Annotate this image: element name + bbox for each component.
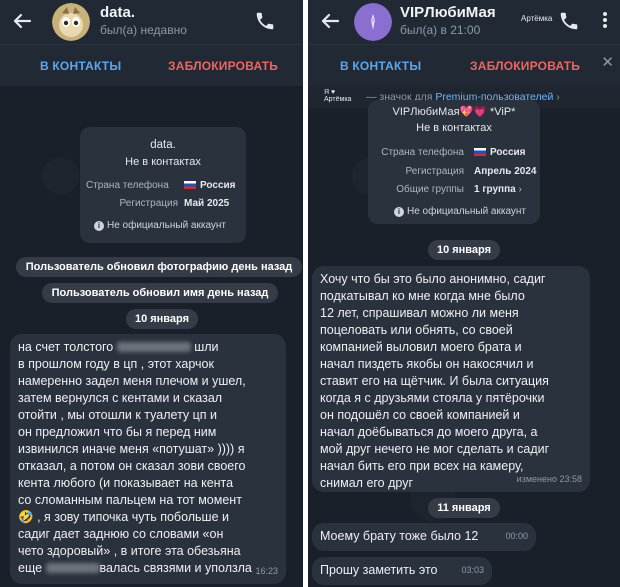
phone-country-value: Россия	[184, 180, 236, 191]
message-bubble[interactable]: Прошу заметить это 03:03	[312, 557, 492, 585]
message-bubble[interactable]: на счет толстого шли в прошлом году в цп…	[10, 334, 286, 584]
service-message: Пользователь обновил имя день назад	[42, 283, 278, 303]
unofficial-account-note[interactable]: i Не официальный аккаунт	[394, 206, 526, 217]
contact-info-card: VIPЛюбиМая💖💗 *ViP* Не в контактах Страна…	[368, 100, 540, 224]
back-arrow-icon[interactable]	[318, 9, 342, 33]
close-icon[interactable]: ✕	[601, 53, 614, 71]
emoji-status-badge: Я ♥ Артёмка	[324, 89, 352, 103]
phone-icon[interactable]	[558, 10, 580, 32]
contact-action-bar: В КОНТАКТЫ ЗАБЛОКИРОВАТЬ ✕	[308, 44, 620, 86]
card-name: data.	[150, 139, 176, 151]
russia-flag-icon	[474, 148, 486, 156]
message-bubble[interactable]: Хочу что бы это было анонимно, садиг под…	[312, 266, 590, 492]
chat-screen-left: data. был(а) недавно В КОНТАКТЫ ЗАБЛОКИР…	[0, 0, 303, 587]
chat-header: VIPЛюбиМая Артёмка был(а) в 21:00	[308, 0, 620, 44]
avatar[interactable]	[52, 3, 90, 41]
common-groups-value[interactable]: 1 группа ›	[474, 184, 522, 195]
message-text: Хочу что бы это было анонимно, садиг под…	[320, 272, 550, 490]
contact-status: был(а) в 21:00	[400, 23, 481, 37]
registration-value: Май 2025	[184, 198, 230, 209]
date-divider: 11 января	[428, 498, 500, 518]
message-time: 03:03	[461, 565, 484, 575]
card-name: VIPЛюбиМая💖💗 *ViP*	[392, 106, 516, 118]
avatar[interactable]	[354, 3, 392, 41]
unofficial-account-note[interactable]: i Не официальный аккаунт	[94, 220, 226, 231]
card-not-in-contacts: Не в контактах	[125, 156, 201, 168]
chevron-right-icon: ›	[518, 184, 522, 195]
message-time: изменено 23:58	[516, 474, 582, 484]
chat-header: data. был(а) недавно	[0, 0, 303, 44]
add-to-contacts-button[interactable]: В КОНТАКТЫ	[340, 59, 421, 73]
redacted-text	[45, 563, 100, 573]
message-text: на счет толстого шли в прошлом году в цп…	[18, 340, 252, 575]
more-vertical-icon[interactable]	[600, 9, 610, 33]
contact-name[interactable]: VIPЛюбиМая	[400, 4, 496, 21]
block-user-button[interactable]: ЗАБЛОКИРОВАТЬ	[470, 59, 580, 73]
contact-name[interactable]: data.	[100, 4, 135, 21]
info-icon: i	[94, 221, 104, 231]
registration-label: Регистрация	[405, 166, 464, 177]
chat-screen-right: VIPЛюбиМая Артёмка был(а) в 21:00 В КОНТ…	[308, 0, 620, 587]
message-text: Прошу заметить это	[320, 563, 438, 577]
registration-label: Регистрация	[119, 198, 178, 209]
service-message: Пользователь обновил фотографию день наз…	[16, 257, 302, 277]
date-divider: 10 января	[126, 309, 198, 329]
back-arrow-icon[interactable]	[10, 9, 34, 33]
message-text: Моему брату тоже было 12	[320, 529, 479, 543]
add-to-contacts-button[interactable]: В КОНТАКТЫ	[40, 59, 121, 73]
common-groups-label: Общие группы	[396, 184, 464, 195]
phone-icon[interactable]	[254, 10, 276, 32]
phone-country-value: Россия	[474, 147, 526, 158]
phone-country-label: Страна телефона	[86, 180, 169, 191]
contact-info-card: data. Не в контактах Страна телефона Рос…	[80, 127, 246, 243]
block-user-button[interactable]: ЗАБЛОКИРОВАТЬ	[168, 59, 278, 73]
message-bubble[interactable]: Моему брату тоже было 12 00:00	[312, 523, 536, 551]
russia-flag-icon	[184, 181, 196, 189]
phone-country-label: Страна телефона	[381, 147, 464, 158]
message-time: 00:00	[505, 531, 528, 541]
contact-status: был(а) недавно	[100, 23, 187, 37]
chevron-right-icon: ›	[556, 91, 560, 103]
redacted-text	[116, 342, 191, 352]
date-divider: 10 января	[428, 240, 500, 260]
card-not-in-contacts: Не в контактах	[416, 122, 492, 134]
info-icon: i	[394, 207, 404, 217]
message-time: 16:23	[255, 566, 278, 576]
emoji: 🤣	[18, 510, 34, 524]
registration-value: Апрель 2024	[474, 166, 537, 177]
contact-action-bar: В КОНТАКТЫ ЗАБЛОКИРОВАТЬ	[0, 44, 303, 86]
emoji-status-badge[interactable]: Артёмка	[521, 14, 552, 23]
